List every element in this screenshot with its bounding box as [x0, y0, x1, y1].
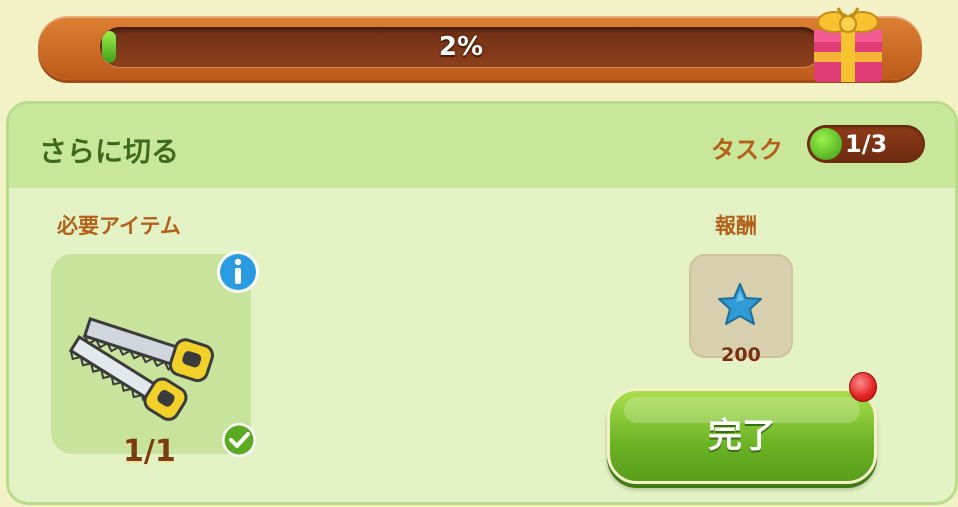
reward-amount: 200 [721, 344, 761, 366]
task-counter: 1/3 [807, 125, 925, 163]
progress-percent-text: 2% [438, 32, 484, 62]
hand-saw-icon [68, 316, 214, 421]
task-count: 1/3 [845, 130, 888, 158]
progress-track: 2% [100, 27, 822, 67]
quest-title: さらに切る [39, 135, 180, 168]
panel-header: さらに切る タスク 1/3 [9, 104, 955, 188]
progress-banner: 2% [38, 16, 922, 80]
notification-dot [849, 372, 877, 402]
task-label: タスク [711, 136, 783, 164]
task-progress-dot [810, 128, 842, 160]
info-icon[interactable] [215, 249, 261, 295]
quest-panel: さらに切る タスク 1/3 必要アイテム 報酬 1/1 200 完了 [6, 101, 958, 505]
reward-label: 報酬 [715, 214, 757, 238]
checkmark-icon [222, 423, 256, 457]
required-items-label: 必要アイテム [57, 214, 181, 238]
complete-button[interactable]: 完了 [607, 388, 877, 484]
required-item-count: 1/1 [123, 434, 176, 469]
gift-box-icon[interactable] [808, 0, 888, 86]
complete-button-label: 完了 [708, 416, 776, 456]
blue-star-icon [718, 283, 762, 325]
